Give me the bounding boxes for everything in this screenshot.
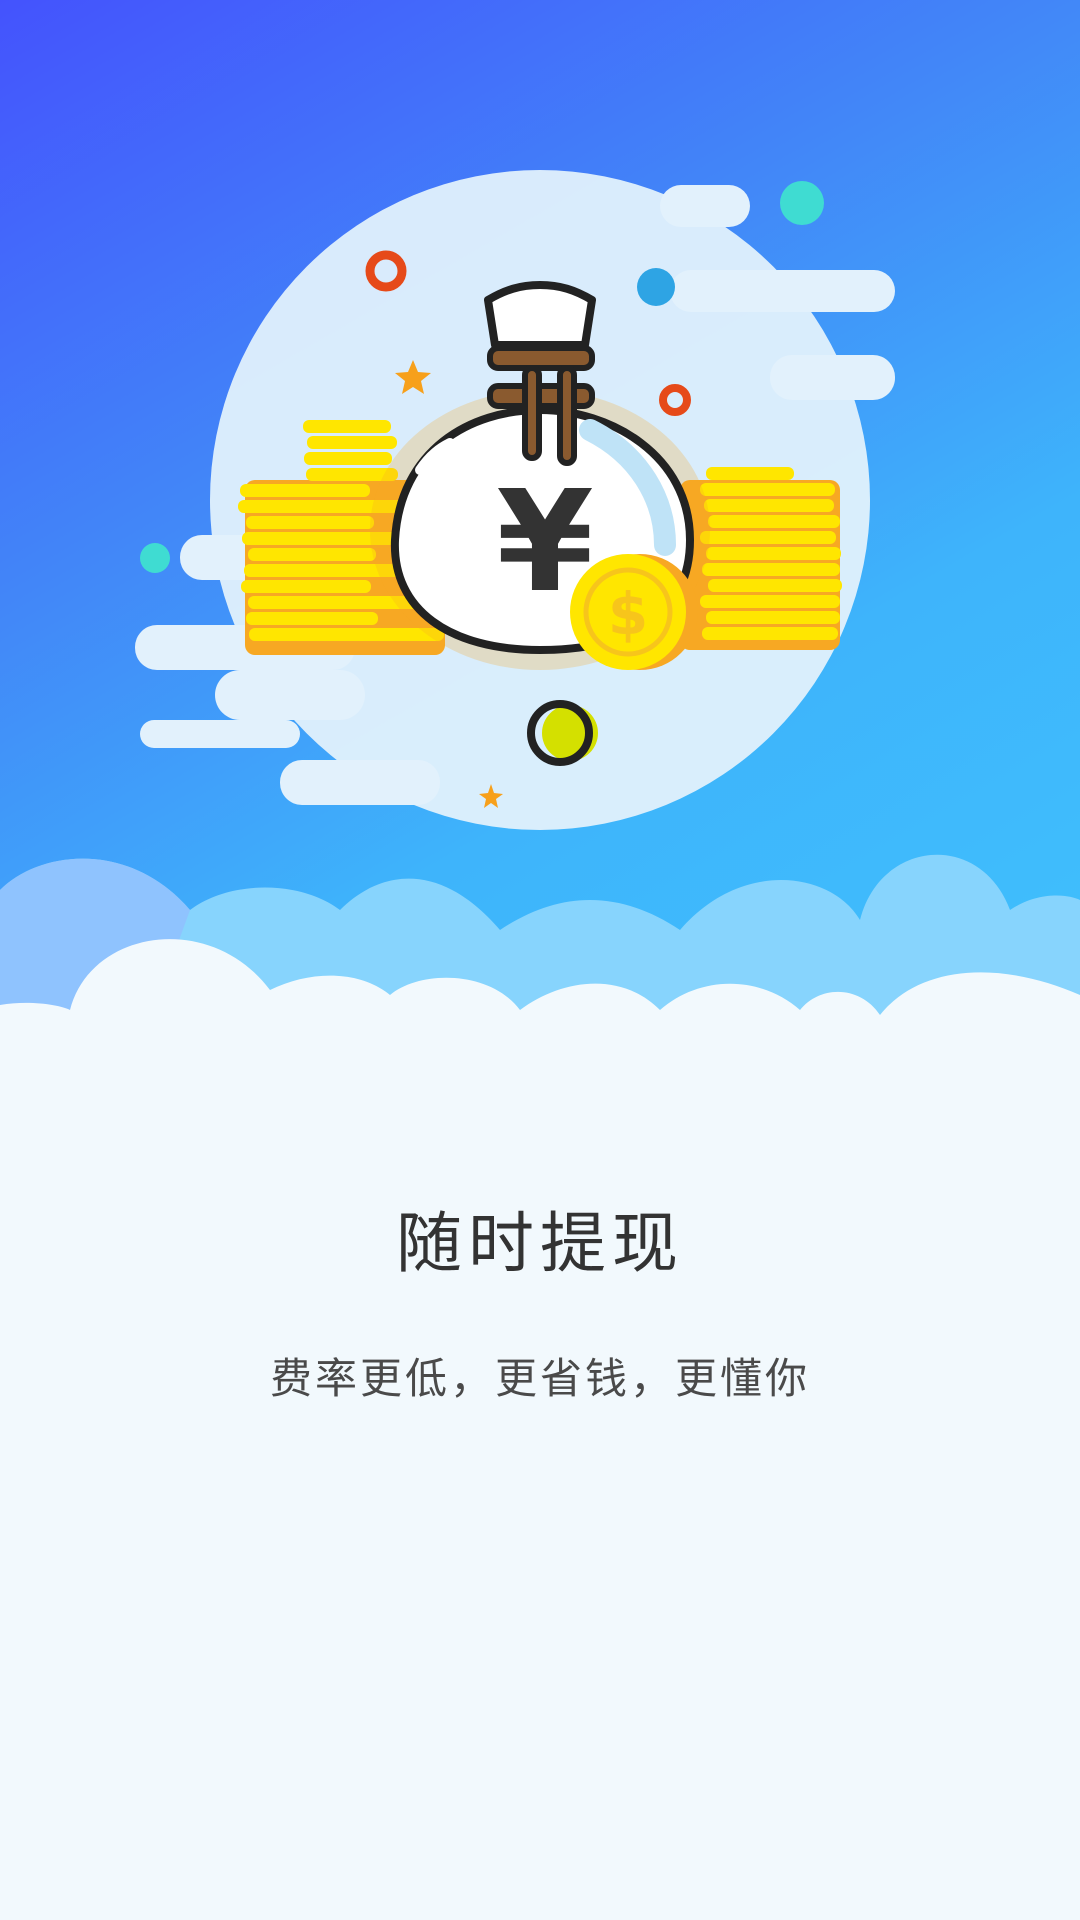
page-subtitle: 费率更低，更省钱，更懂你: [269, 1354, 810, 1403]
gold-coin-icon: $: [570, 554, 698, 670]
coin-dollar-symbol: $: [608, 580, 648, 648]
dot-teal: [780, 181, 824, 225]
clouds-layer: [0, 854, 1080, 1140]
dot-teal-small: [140, 543, 170, 573]
dot-blue: [637, 268, 675, 306]
page-title: 随时提现: [396, 1205, 684, 1282]
